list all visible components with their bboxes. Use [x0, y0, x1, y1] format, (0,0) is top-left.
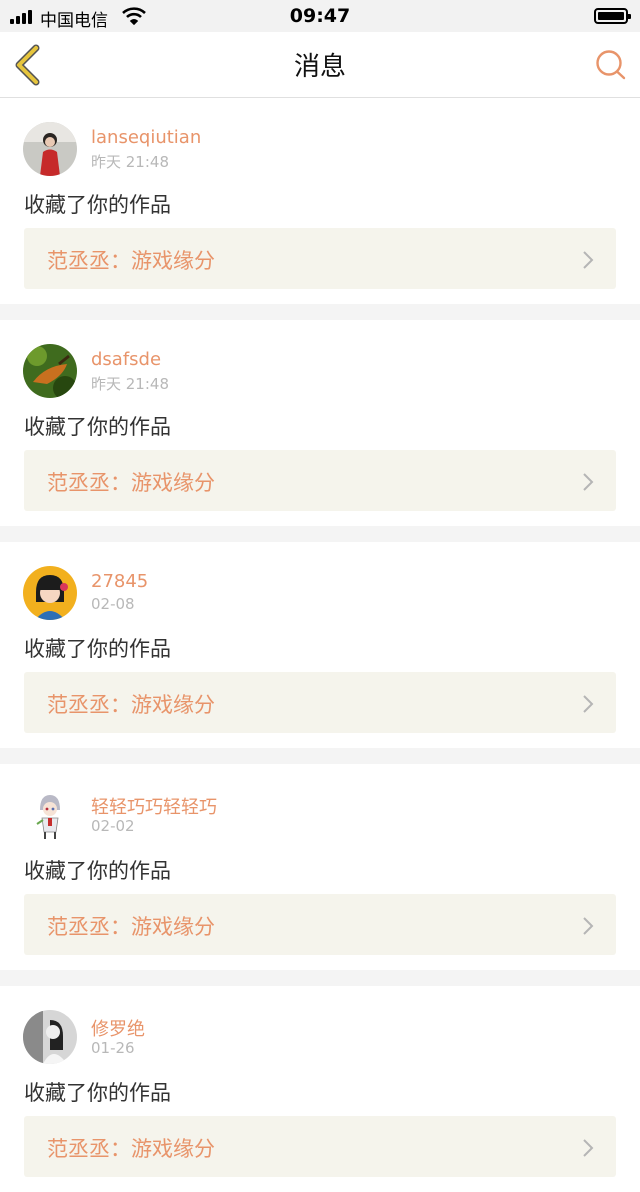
- username[interactable]: dsafsde: [91, 349, 161, 370]
- separator: [0, 970, 640, 986]
- battery-icon: [594, 8, 631, 24]
- search-icon[interactable]: [594, 49, 628, 81]
- separator: [0, 526, 640, 542]
- action-text: 收藏了你的作品: [24, 193, 171, 217]
- page-title: 消息: [293, 52, 346, 82]
- timestamp: 02-02: [91, 817, 135, 835]
- message-card: 修罗绝 01-26 收藏了你的作品 范丞丞：游戏缘分: [0, 986, 640, 1192]
- timestamp: 01-26: [91, 1039, 135, 1057]
- action-text: 收藏了你的作品: [24, 859, 171, 883]
- action-text: 收藏了你的作品: [24, 415, 171, 439]
- message-card: lanseqiutian 昨天 21:48 收藏了你的作品 范丞丞：游戏缘分: [0, 98, 640, 304]
- work-link[interactable]: 范丞丞：游戏缘分: [24, 894, 616, 955]
- status-time: 09:47: [289, 5, 351, 27]
- chevron-right-icon: [583, 473, 594, 491]
- avatar[interactable]: [23, 566, 77, 620]
- chevron-right-icon: [583, 1139, 594, 1157]
- separator: [0, 304, 640, 320]
- username[interactable]: 轻轻巧巧轻轻巧: [91, 793, 217, 819]
- action-text: 收藏了你的作品: [24, 637, 171, 661]
- username[interactable]: 27845: [91, 571, 148, 592]
- username[interactable]: lanseqiutian: [91, 127, 201, 148]
- message-card: 轻轻巧巧轻轻巧 02-02 收藏了你的作品 范丞丞：游戏缘分: [0, 764, 640, 970]
- message-card: dsafsde 昨天 21:48 收藏了你的作品 范丞丞：游戏缘分: [0, 320, 640, 526]
- timestamp: 02-08: [91, 595, 135, 613]
- work-title: 范丞丞：游戏缘分: [47, 471, 215, 495]
- timestamp: 昨天 21:48: [91, 153, 169, 171]
- work-link[interactable]: 范丞丞：游戏缘分: [24, 1116, 616, 1177]
- message-list: lanseqiutian 昨天 21:48 收藏了你的作品 范丞丞：游戏缘分 d…: [0, 98, 640, 1192]
- chevron-right-icon: [583, 695, 594, 713]
- nav-bar: 消息: [0, 32, 640, 98]
- username[interactable]: 修罗绝: [91, 1015, 145, 1041]
- action-text: 收藏了你的作品: [24, 1081, 171, 1105]
- work-title: 范丞丞：游戏缘分: [47, 693, 215, 717]
- avatar[interactable]: [23, 122, 77, 176]
- message-card: 27845 02-08 收藏了你的作品 范丞丞：游戏缘分: [0, 542, 640, 748]
- chevron-right-icon: [583, 917, 594, 935]
- work-link[interactable]: 范丞丞：游戏缘分: [24, 228, 616, 289]
- separator: [0, 748, 640, 764]
- timestamp: 昨天 21:48: [91, 375, 169, 393]
- status-bar: 中国电信 09:47: [0, 0, 640, 32]
- work-link[interactable]: 范丞丞：游戏缘分: [24, 672, 616, 733]
- avatar[interactable]: [23, 344, 77, 398]
- avatar[interactable]: [23, 788, 77, 842]
- avatar[interactable]: [23, 1010, 77, 1064]
- chevron-right-icon: [583, 251, 594, 269]
- work-link[interactable]: 范丞丞：游戏缘分: [24, 450, 616, 511]
- work-title: 范丞丞：游戏缘分: [47, 915, 215, 939]
- work-title: 范丞丞：游戏缘分: [47, 249, 215, 273]
